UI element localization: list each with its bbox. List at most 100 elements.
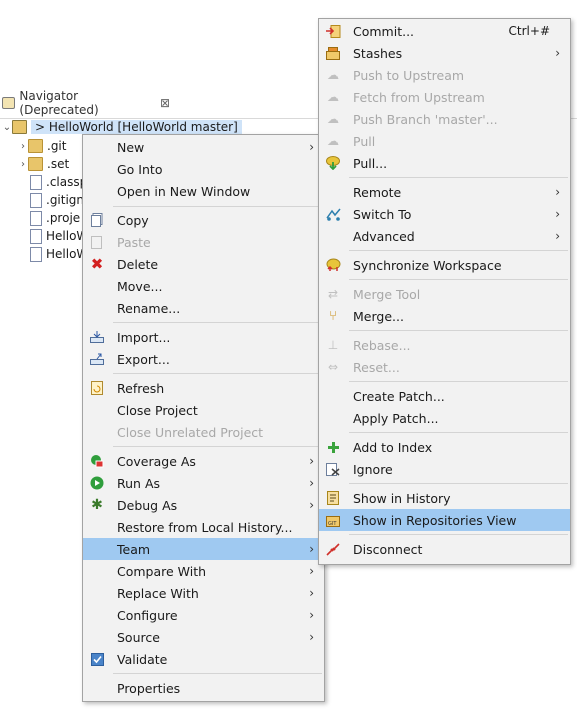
stash-icon	[325, 45, 341, 61]
menu-item-compare-with[interactable]: Compare With ›	[83, 560, 324, 582]
chevron-right-icon[interactable]: ›	[18, 141, 28, 152]
separator	[349, 534, 568, 535]
tree-row[interactable]: › .set	[18, 155, 69, 173]
tree-item-label: .proje	[46, 211, 81, 225]
menu-item-remote[interactable]: Remote ›	[319, 181, 570, 203]
tree-row[interactable]: HelloW	[30, 245, 88, 263]
file-icon	[30, 210, 42, 226]
chevron-right-icon: ›	[555, 207, 560, 221]
menu-item-paste[interactable]: Paste	[83, 231, 324, 253]
menu-item-ignore[interactable]: Ignore	[319, 458, 570, 480]
run-icon	[89, 475, 105, 491]
separator	[349, 177, 568, 178]
import-icon	[89, 329, 105, 345]
context-menu: New › Go Into Open in New Window Copy Pas…	[82, 134, 325, 702]
menu-item-show-in-repositories-view[interactable]: GIT Show in Repositories View	[319, 509, 570, 531]
delete-icon: ✖	[90, 255, 104, 273]
chevron-right-icon: ›	[309, 564, 314, 578]
menu-item-run-as[interactable]: Run As ›	[83, 472, 324, 494]
tree-row[interactable]: › .git	[18, 137, 66, 155]
menu-item-refresh[interactable]: Refresh	[83, 377, 324, 399]
chevron-right-icon: ›	[309, 140, 314, 154]
menu-item-restore-local-history[interactable]: Restore from Local History...	[83, 516, 324, 538]
menu-item-replace-with[interactable]: Replace With ›	[83, 582, 324, 604]
menu-item-delete[interactable]: ✖ Delete	[83, 253, 324, 275]
team-submenu: Commit... Ctrl+# Stashes › ☁ Push to Upstre…	[318, 18, 571, 565]
tree-row[interactable]: .proje	[30, 209, 80, 227]
separator	[113, 373, 322, 374]
checkbox-checked-icon	[89, 651, 105, 667]
tab-navigator[interactable]: Navigator (Deprecated) ⊠	[0, 88, 170, 119]
svg-text:GIT: GIT	[328, 521, 337, 527]
paste-icon	[89, 234, 105, 250]
pull-icon: ☁	[327, 134, 339, 148]
menu-item-rebase[interactable]: ⊥ Rebase...	[319, 334, 570, 356]
menu-item-configure[interactable]: Configure ›	[83, 604, 324, 626]
menu-item-show-in-history[interactable]: Show in History	[319, 487, 570, 509]
reset-icon: ⇔	[327, 360, 339, 374]
project-folder-icon	[12, 120, 27, 134]
menu-item-validate[interactable]: Validate	[83, 648, 324, 670]
chevron-right-icon: ›	[309, 498, 314, 512]
menu-item-pull[interactable]: ☁ Pull	[319, 130, 570, 152]
chevron-down-icon[interactable]: ⌄	[2, 122, 12, 133]
menu-item-reset[interactable]: ⇔ Reset...	[319, 356, 570, 378]
menu-item-close-project[interactable]: Close Project	[83, 399, 324, 421]
separator	[113, 322, 322, 323]
menu-item-import[interactable]: Import...	[83, 326, 324, 348]
copy-icon	[89, 212, 105, 228]
menu-item-stashes[interactable]: Stashes ›	[319, 42, 570, 64]
debug-icon: ✱	[91, 497, 103, 513]
menu-item-team[interactable]: Team ›	[83, 538, 324, 560]
menu-item-merge-tool[interactable]: ⇄ Merge Tool	[319, 283, 570, 305]
menu-item-open-in-new-window[interactable]: Open in New Window	[83, 180, 324, 202]
menu-item-switch-to[interactable]: Switch To ›	[319, 203, 570, 225]
menu-item-coverage-as[interactable]: Coverage As ›	[83, 450, 324, 472]
rebase-icon: ⊥	[327, 338, 339, 352]
menu-item-pull-dialog[interactable]: Pull...	[319, 152, 570, 174]
menu-item-export[interactable]: Export...	[83, 348, 324, 370]
separator	[113, 673, 322, 674]
menu-item-push-to-upstream[interactable]: ☁ Push to Upstream	[319, 64, 570, 86]
chevron-right-icon[interactable]: ›	[18, 159, 28, 170]
menu-item-merge[interactable]: ⑂ Merge...	[319, 305, 570, 327]
menu-item-push-branch[interactable]: ☁ Push Branch 'master'...	[319, 108, 570, 130]
menu-item-create-patch[interactable]: Create Patch...	[319, 385, 570, 407]
file-icon	[30, 174, 42, 190]
disconnect-icon	[325, 541, 341, 557]
menu-item-add-to-index[interactable]: Add to Index	[319, 436, 570, 458]
menu-item-disconnect[interactable]: Disconnect	[319, 538, 570, 560]
repositories-icon: GIT	[325, 512, 341, 528]
menu-item-synchronize-workspace[interactable]: Synchronize Workspace	[319, 254, 570, 276]
file-icon	[30, 246, 42, 262]
menu-item-copy[interactable]: Copy	[83, 209, 324, 231]
menu-item-advanced[interactable]: Advanced ›	[319, 225, 570, 247]
menu-item-rename[interactable]: Rename...	[83, 297, 324, 319]
chevron-right-icon: ›	[309, 476, 314, 490]
menu-item-new[interactable]: New ›	[83, 136, 324, 158]
menu-item-debug-as[interactable]: ✱ Debug As ›	[83, 494, 324, 516]
navigator-icon	[2, 97, 16, 109]
menu-item-commit[interactable]: Commit... Ctrl+#	[319, 20, 570, 42]
separator	[349, 432, 568, 433]
menu-item-fetch-from-upstream[interactable]: ☁ Fetch from Upstream	[319, 86, 570, 108]
menu-item-go-into[interactable]: Go Into	[83, 158, 324, 180]
tree-row[interactable]: .gitign	[30, 191, 84, 209]
chevron-right-icon: ›	[555, 46, 560, 60]
coverage-icon	[89, 453, 105, 469]
tree-row[interactable]: .classp	[30, 173, 87, 191]
chevron-right-icon: ›	[309, 630, 314, 644]
menu-item-source[interactable]: Source ›	[83, 626, 324, 648]
chevron-right-icon: ›	[555, 229, 560, 243]
menu-item-move[interactable]: Move...	[83, 275, 324, 297]
separator	[113, 206, 322, 207]
close-icon[interactable]: ⊠	[160, 96, 170, 110]
menu-item-close-unrelated-project[interactable]: Close Unrelated Project	[83, 421, 324, 443]
menu-item-apply-patch[interactable]: Apply Patch...	[319, 407, 570, 429]
tree-item-label: .set	[47, 157, 70, 171]
tree-row[interactable]: HelloW	[30, 227, 88, 245]
menu-item-properties[interactable]: Properties	[83, 677, 324, 699]
chevron-right-icon: ›	[555, 185, 560, 199]
separator	[349, 279, 568, 280]
merge-icon: ⑂	[329, 308, 337, 324]
